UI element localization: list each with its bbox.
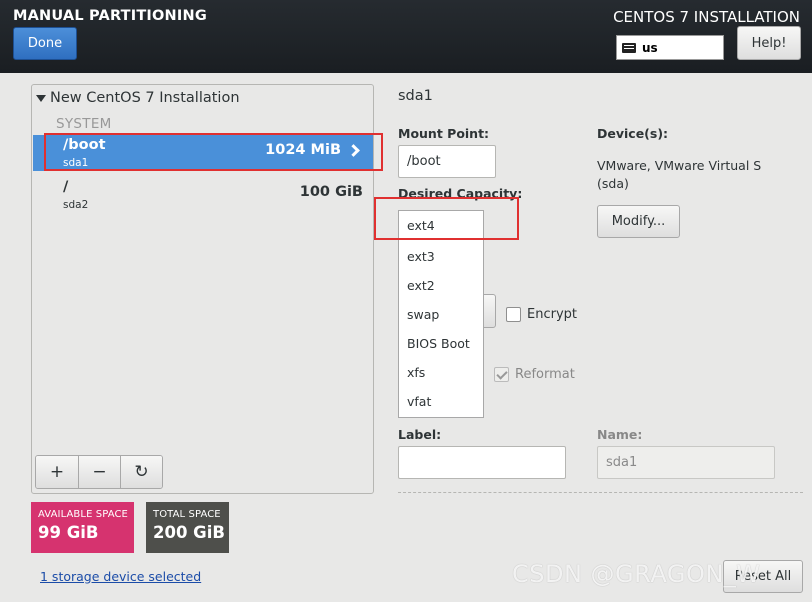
- available-space-badge: AVAILABLE SPACE 99 GiB: [31, 502, 134, 553]
- partition-device: sda2: [63, 199, 89, 211]
- filesystem-option-ext4[interactable]: ext4: [399, 211, 483, 240]
- keyboard-layout-indicator[interactable]: us: [616, 35, 724, 60]
- total-space-badge: TOTAL SPACE 200 GiB: [146, 502, 229, 553]
- installation-title: New CentOS 7 Installation: [50, 90, 240, 106]
- filesystem-option-swap[interactable]: swap: [399, 300, 483, 329]
- encrypt-label: Encrypt: [527, 307, 577, 322]
- expander-triangle-icon: [36, 94, 46, 102]
- partition-mount-point: /: [63, 179, 69, 195]
- reset-all-button[interactable]: Reset All: [723, 560, 803, 593]
- total-space-value: 200 GiB: [153, 523, 225, 542]
- done-button[interactable]: Done: [13, 27, 77, 60]
- filesystem-option-ext2[interactable]: ext2: [399, 271, 483, 300]
- add-partition-button[interactable]: +: [36, 456, 78, 488]
- page-title: MANUAL PARTITIONING: [13, 8, 207, 24]
- section-divider: [398, 492, 803, 493]
- available-space-label: AVAILABLE SPACE: [38, 509, 128, 520]
- available-space-value: 99 GiB: [38, 523, 99, 542]
- installer-title: CENTOS 7 INSTALLATION: [613, 8, 800, 26]
- partition-size: 1024 MiB: [265, 142, 341, 158]
- partition-device: sda1: [63, 157, 89, 169]
- header-bar: MANUAL PARTITIONING Done CENTOS 7 INSTAL…: [0, 0, 812, 73]
- desired-capacity-label: Desired Capacity:: [398, 186, 523, 201]
- name-field-label: Name:: [597, 427, 643, 442]
- label-field[interactable]: [398, 446, 566, 479]
- partition-row-boot[interactable]: /boot sda1 1024 MiB: [33, 135, 373, 171]
- partition-mount-point: /boot: [63, 137, 106, 153]
- reformat-checkbox-box: [494, 367, 509, 382]
- installation-expander[interactable]: New CentOS 7 Installation: [36, 90, 240, 106]
- system-group-label: SYSTEM: [56, 116, 112, 132]
- partition-row-root[interactable]: / sda2 100 GiB: [33, 177, 373, 213]
- remove-partition-button[interactable]: −: [78, 456, 120, 488]
- filesystem-option-bios-boot[interactable]: BIOS Boot: [399, 329, 483, 358]
- modify-button[interactable]: Modify...: [597, 205, 680, 238]
- encrypt-checkbox-box[interactable]: [506, 307, 521, 322]
- keyboard-layout-label: us: [642, 40, 658, 55]
- mount-point-label: Mount Point:: [398, 126, 490, 141]
- mount-point-field[interactable]: /boot: [398, 145, 496, 178]
- help-button[interactable]: Help!: [737, 26, 801, 60]
- filesystem-dropdown-menu: ext4 ext3 ext2 swap BIOS Boot xfs vfat: [398, 210, 484, 418]
- filesystem-option-ext3[interactable]: ext3: [399, 242, 483, 271]
- reformat-checkbox: Reformat: [494, 367, 575, 382]
- devices-value: VMware, VMware Virtual S (sda): [597, 158, 762, 191]
- filesystem-option-vfat[interactable]: vfat: [399, 387, 483, 416]
- total-space-label: TOTAL SPACE: [153, 509, 221, 520]
- keyboard-icon: [622, 42, 636, 53]
- reload-button[interactable]: ↻: [120, 456, 162, 488]
- name-field: sda1: [597, 446, 775, 479]
- reformat-label: Reformat: [515, 367, 575, 382]
- storage-devices-link[interactable]: 1 storage device selected: [40, 569, 201, 584]
- chevron-right-icon: [347, 144, 360, 157]
- label-field-label: Label:: [398, 427, 442, 442]
- partition-detail-title: sda1: [398, 88, 433, 104]
- partition-size: 100 GiB: [299, 184, 363, 200]
- encrypt-checkbox[interactable]: Encrypt: [506, 307, 577, 322]
- partition-list-panel: New CentOS 7 Installation SYSTEM /boot s…: [31, 84, 374, 494]
- filesystem-option-xfs[interactable]: xfs: [399, 358, 483, 387]
- partition-toolbar: + − ↻: [35, 455, 163, 489]
- devices-label: Device(s):: [597, 126, 669, 141]
